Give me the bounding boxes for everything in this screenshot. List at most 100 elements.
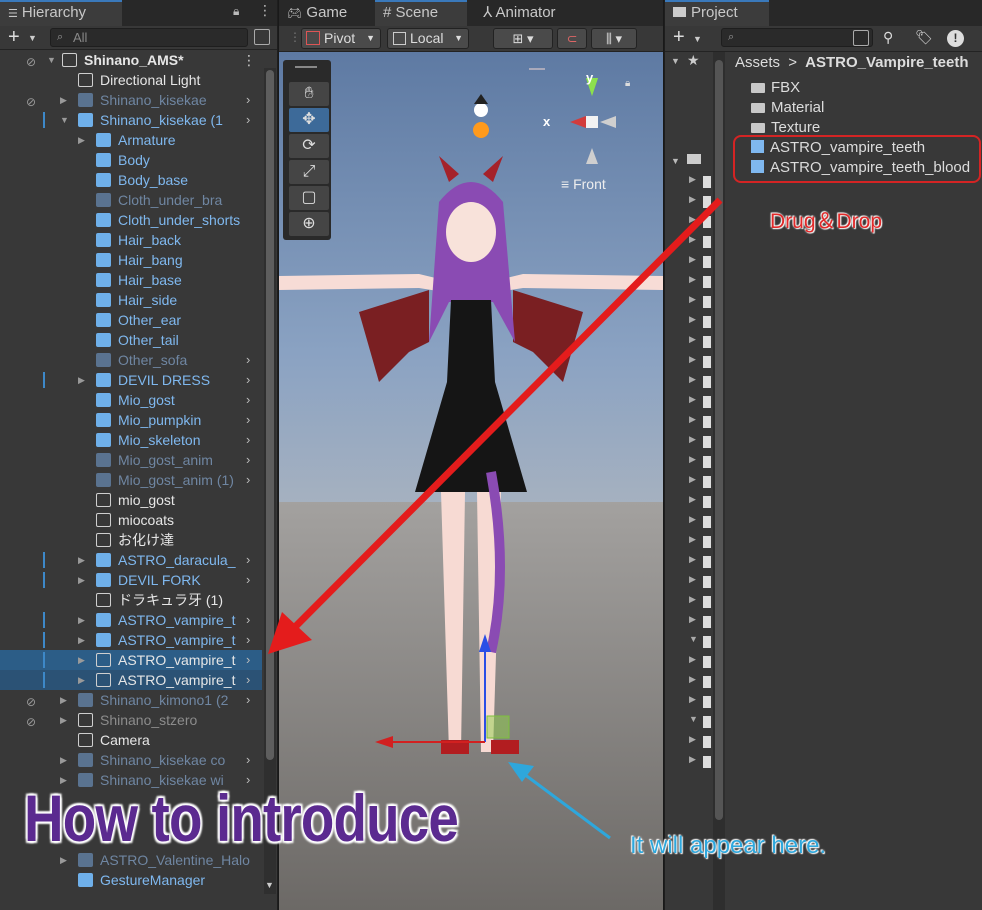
open-prefab-chevron-icon[interactable]: › xyxy=(246,90,250,110)
hierarchy-row[interactable]: Body_base xyxy=(0,170,262,190)
hierarchy-row[interactable]: ▶ Shinano_kisekae co › xyxy=(0,750,262,770)
hierarchy-row[interactable]: ⊘ ▶ Shinano_kisekae › xyxy=(0,90,262,110)
expand-arrow-right-icon[interactable]: ▶ xyxy=(689,354,696,365)
expand-arrow-right-icon[interactable]: ▶ xyxy=(78,130,85,150)
expand-arrow-right-icon[interactable]: ▶ xyxy=(689,174,696,185)
ruler-button[interactable]: ⫼ ▾ xyxy=(591,28,637,49)
create-dropdown-caret-icon[interactable]: ▼ xyxy=(693,34,702,44)
hierarchy-row[interactable]: ▶ ASTRO_vampire_t › xyxy=(0,630,262,650)
expand-arrow-right-icon[interactable]: ▶ xyxy=(689,494,696,505)
expand-arrow-right-icon[interactable]: ▶ xyxy=(60,710,67,730)
expand-arrow-right-icon[interactable]: ▶ xyxy=(689,314,696,325)
lock-icon[interactable]: 🔒︎ xyxy=(233,4,239,19)
open-prefab-chevron-icon[interactable]: › xyxy=(246,450,250,470)
hierarchy-row[interactable]: ▶ Armature xyxy=(0,130,262,150)
hierarchy-row[interactable]: miocoats xyxy=(0,510,262,530)
hierarchy-row[interactable]: Mio_skeleton › xyxy=(0,430,262,450)
tab-project[interactable]: Project xyxy=(665,0,769,26)
expand-arrow-right-icon[interactable]: ▶ xyxy=(689,654,696,665)
hierarchy-row[interactable]: ⊘ ▶ Shinano_kimono1 (2 › xyxy=(0,690,262,710)
hierarchy-row[interactable]: ▶ DEVIL FORK › xyxy=(0,570,262,590)
hierarchy-scroll-thumb[interactable] xyxy=(266,70,274,760)
expand-arrow-right-icon[interactable]: ▶ xyxy=(60,750,67,770)
grid-snap-button[interactable]: ⊞ ▾ xyxy=(493,28,553,49)
expand-arrow-right-icon[interactable]: ▼ xyxy=(689,634,698,644)
expand-arrow-right-icon[interactable]: ▶ xyxy=(689,214,696,225)
open-prefab-chevron-icon[interactable]: › xyxy=(246,370,250,390)
hierarchy-row[interactable]: ▼ Shinano_kisekae (1 › xyxy=(0,110,262,130)
tab-game[interactable]: 🎮︎ Game xyxy=(279,0,369,26)
hierarchy-row[interactable]: Hair_bang xyxy=(0,250,262,270)
open-prefab-chevron-icon[interactable]: › xyxy=(246,430,250,450)
hierarchy-row[interactable]: ドラキュラ牙 (1) xyxy=(0,590,262,610)
expand-arrow-right-icon[interactable]: ▶ xyxy=(689,254,696,265)
local-dropdown[interactable]: Local ▼ xyxy=(387,28,469,49)
expand-arrow-down-icon[interactable]: ▼ xyxy=(60,110,69,130)
hierarchy-row[interactable]: Body xyxy=(0,150,262,170)
open-prefab-chevron-icon[interactable]: › xyxy=(246,410,250,430)
expand-arrow-right-icon[interactable]: ▶ xyxy=(78,650,85,670)
folder-fbx[interactable]: FBX xyxy=(751,78,800,98)
open-prefab-chevron-icon[interactable]: › xyxy=(246,570,250,590)
visibility-hidden-icon[interactable]: ⊘ xyxy=(26,692,36,712)
add-dropdown-caret-icon[interactable]: ▼ xyxy=(28,33,37,43)
expand-arrow-right-icon[interactable]: ▶ xyxy=(60,690,67,710)
add-object-button[interactable]: + xyxy=(8,26,20,48)
scroll-down-icon[interactable]: ▼ xyxy=(265,880,274,890)
expand-arrow-right-icon[interactable]: ▶ xyxy=(60,90,67,110)
breadcrumb-assets[interactable]: Assets xyxy=(735,54,780,71)
project-splitter-thumb[interactable] xyxy=(715,60,723,820)
expand-arrow-right-icon[interactable]: ▶ xyxy=(78,570,85,590)
open-prefab-chevron-icon[interactable]: › xyxy=(246,350,250,370)
expand-arrow-right-icon[interactable]: ▶ xyxy=(689,414,696,425)
expand-arrow-right-icon[interactable]: ▶ xyxy=(689,574,696,585)
hierarchy-row[interactable]: Cloth_under_bra xyxy=(0,190,262,210)
more-menu-icon[interactable]: ⋮ xyxy=(258,2,272,19)
hierarchy-row[interactable]: お化け達 xyxy=(0,530,262,550)
open-prefab-chevron-icon[interactable]: › xyxy=(246,110,250,130)
open-prefab-chevron-icon[interactable]: › xyxy=(246,670,250,690)
assets-chevron-icon[interactable]: ▼ xyxy=(671,156,680,166)
expand-arrow-right-icon[interactable]: ▶ xyxy=(689,674,696,685)
expand-arrow-right-icon[interactable]: ▶ xyxy=(689,594,696,605)
hierarchy-row[interactable]: Camera xyxy=(0,730,262,750)
avatar-model[interactable] xyxy=(279,52,663,812)
create-asset-button[interactable]: + xyxy=(673,26,685,48)
visibility-hidden-icon[interactable]: ⊘ xyxy=(26,712,36,732)
hierarchy-row[interactable]: Mio_gost_anim (1) › xyxy=(0,470,262,490)
expand-arrow-right-icon[interactable]: ▶ xyxy=(78,630,85,650)
hierarchy-row[interactable]: Mio_pumpkin › xyxy=(0,410,262,430)
open-prefab-chevron-icon[interactable]: › xyxy=(246,650,250,670)
project-search-input[interactable]: ⌕ xyxy=(721,28,873,47)
hierarchy-row[interactable]: ▶ ASTRO_vampire_t › xyxy=(0,650,262,670)
hierarchy-row[interactable]: GestureManager xyxy=(0,870,262,890)
hierarchy-row[interactable]: ⊘ ▼ Shinano_AMS* ⋮ xyxy=(0,50,262,70)
hierarchy-row[interactable]: ▶ ASTRO_daracula_ › xyxy=(0,550,262,570)
scene-menu-icon[interactable]: ⋮ xyxy=(242,50,256,70)
expand-arrow-right-icon[interactable]: ▶ xyxy=(689,734,696,745)
open-prefab-chevron-icon[interactable]: › xyxy=(246,630,250,650)
filter-by-type-icon[interactable]: ⚲ xyxy=(883,29,893,46)
folder-material[interactable]: Material xyxy=(751,98,824,118)
hierarchy-row[interactable]: Other_ear xyxy=(0,310,262,330)
open-prefab-chevron-icon[interactable]: › xyxy=(246,390,250,410)
warning-icon[interactable]: ! xyxy=(947,30,964,47)
hierarchy-row[interactable]: Cloth_under_shorts xyxy=(0,210,262,230)
tab-hierarchy[interactable]: ☰ Hierarchy xyxy=(0,0,122,26)
open-prefab-chevron-icon[interactable]: › xyxy=(246,690,250,710)
filter-by-label-icon[interactable]: 🏷︎ xyxy=(915,29,933,46)
hierarchy-row[interactable]: Hair_base xyxy=(0,270,262,290)
expand-arrow-right-icon[interactable]: ▶ xyxy=(689,334,696,345)
favorites-chevron-icon[interactable]: ▼ xyxy=(671,56,680,66)
expand-arrow-right-icon[interactable]: ▶ xyxy=(78,550,85,570)
hierarchy-row[interactable]: ▶ ASTRO_vampire_t › xyxy=(0,610,262,630)
hierarchy-row[interactable]: Mio_gost › xyxy=(0,390,262,410)
hierarchy-row[interactable]: Mio_gost_anim › xyxy=(0,450,262,470)
hierarchy-row[interactable]: ▶ ASTRO_vampire_t › xyxy=(0,670,262,690)
expand-arrow-right-icon[interactable]: ▶ xyxy=(689,234,696,245)
hierarchy-row[interactable]: Hair_back xyxy=(0,230,262,250)
hierarchy-row[interactable]: mio_gost xyxy=(0,490,262,510)
expand-arrow-right-icon[interactable]: ▶ xyxy=(689,454,696,465)
expand-arrow-right-icon[interactable]: ▶ xyxy=(689,514,696,525)
snap-increment-button[interactable]: ⊂ xyxy=(557,28,587,49)
